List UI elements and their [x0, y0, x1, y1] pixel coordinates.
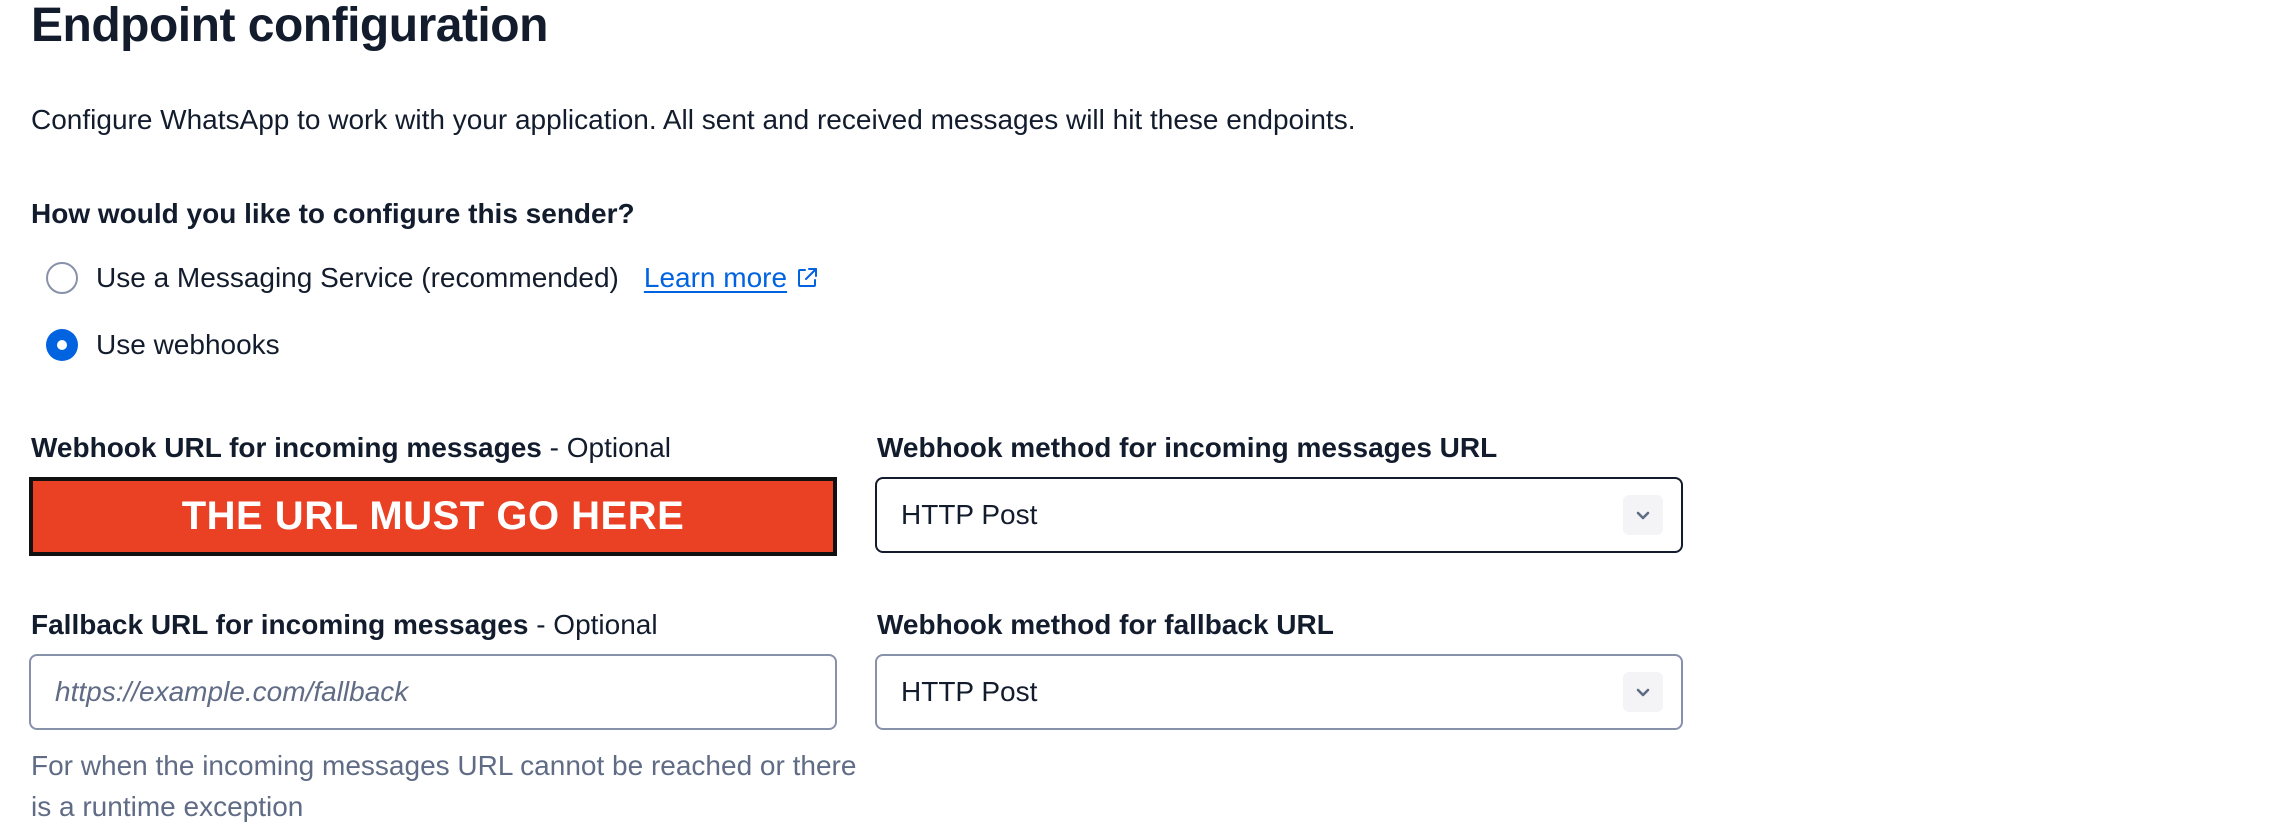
page-description: Configure WhatsApp to work with your app…: [31, 104, 1356, 135]
radio-option-webhooks[interactable]: Use webhooks: [46, 325, 280, 365]
fallback-method-chevron-box: [1623, 672, 1663, 712]
page-title: Endpoint configuration: [31, 0, 548, 52]
endpoint-configuration-page: Endpoint configuration Configure WhatsAp…: [0, 0, 2282, 828]
radio-label-webhooks: Use webhooks: [96, 329, 280, 360]
fallback-url-label: Fallback URL for incoming messages - Opt…: [31, 605, 658, 645]
webhook-method-label: Webhook method for incoming messages URL: [877, 428, 1497, 468]
learn-more-label: Learn more: [643, 262, 788, 293]
fallback-url-optional-tag: - Optional: [528, 609, 658, 640]
external-link-icon: [798, 268, 818, 287]
webhook-url-optional-tag: - Optional: [541, 432, 672, 463]
webhook-url-label-text: Webhook URL for incoming messages: [31, 432, 542, 463]
fallback-url-input[interactable]: [29, 654, 837, 730]
webhook-method-label-text: Webhook method for incoming messages URL: [877, 432, 1498, 463]
radio-option-messaging-service[interactable]: Use a Messaging Service (recommended) Le…: [46, 258, 819, 298]
webhook-method-select[interactable]: HTTP Post: [875, 477, 1683, 553]
webhook-url-banner-text: THE URL MUST GO HERE: [181, 494, 685, 538]
radio-label-messaging-service: Use a Messaging Service (recommended): [96, 262, 619, 293]
webhook-method-value: HTTP Post: [901, 499, 1038, 530]
radio-button-messaging-service[interactable]: [46, 262, 78, 294]
fallback-url-label-text: Fallback URL for incoming messages: [31, 609, 529, 640]
webhook-url-annotation-banner[interactable]: THE URL MUST GO HERE: [29, 477, 837, 556]
sender-config-question: How would you like to configure this sen…: [31, 198, 635, 229]
fallback-url-help-text: For when the incoming messages URL canno…: [31, 750, 857, 822]
fallback-method-label: Webhook method for fallback URL: [877, 605, 1334, 645]
chevron-down-icon: [1636, 688, 1650, 697]
fallback-method-label-text: Webhook method for fallback URL: [877, 609, 1334, 640]
learn-more-link[interactable]: Learn more: [644, 258, 819, 298]
chevron-down-icon: [1636, 511, 1650, 520]
webhook-method-chevron-box: [1623, 495, 1663, 535]
webhook-url-label: Webhook URL for incoming messages - Opti…: [31, 428, 671, 468]
fallback-method-select[interactable]: HTTP Post: [875, 654, 1683, 730]
radio-button-webhooks[interactable]: [46, 329, 78, 361]
fallback-method-value: HTTP Post: [901, 676, 1038, 707]
